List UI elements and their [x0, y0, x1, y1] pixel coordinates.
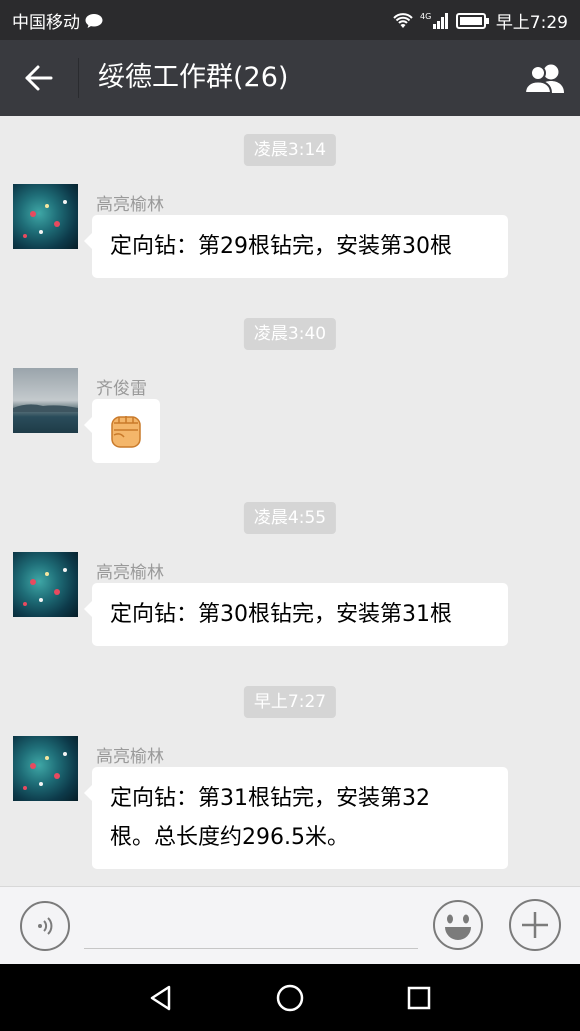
- circle-home-icon: [276, 984, 304, 1012]
- fish-avatar-image: [23, 752, 67, 790]
- sender-name: 齐俊雷: [96, 379, 147, 399]
- message-text-line: 定向钻：第31根钻完，安装第32: [110, 786, 430, 811]
- nav-home-button[interactable]: [272, 980, 308, 1016]
- nav-back-button[interactable]: [143, 980, 179, 1016]
- timestamp-divider: 凌晨4:55: [243, 502, 337, 534]
- timestamp-divider: 凌晨3:14: [243, 134, 337, 166]
- chat-title: 绥德工作群(26): [98, 62, 289, 93]
- group-members-icon: [523, 64, 564, 94]
- more-options-button[interactable]: [509, 899, 561, 951]
- fist-emoji-icon: [111, 416, 141, 448]
- sender-name: 高亮榆林: [96, 195, 164, 215]
- cellular-signal-icon: 4G: [420, 11, 450, 31]
- message-bubble[interactable]: [84, 399, 160, 463]
- sender-avatar[interactable]: [13, 736, 78, 801]
- message-text: 定向钻：第29根钻完，安装第30根: [110, 234, 452, 259]
- sender-avatar[interactable]: [13, 368, 78, 433]
- smiley-icon: [433, 900, 483, 950]
- voice-icon: [38, 917, 53, 935]
- back-arrow-icon: [25, 65, 53, 91]
- message-bubble[interactable]: 定向钻：第30根钻完，安装第31根: [84, 583, 508, 646]
- status-left: 中国移动: [12, 8, 104, 33]
- plus-icon: [522, 912, 548, 938]
- status-right: 4G 早上7:29: [392, 8, 568, 33]
- chat-message-list[interactable]: 凌晨3:14 高亮榆林 定向钻：第29根钻完，安装第30根 凌晨3:40 齐俊雷: [0, 116, 580, 886]
- fish-avatar-image: [23, 568, 67, 606]
- timestamp-divider: 凌晨3:40: [243, 318, 337, 350]
- sender-avatar[interactable]: [13, 552, 78, 617]
- sender-avatar[interactable]: [13, 184, 78, 249]
- nav-recents-button[interactable]: [401, 980, 437, 1016]
- network-type-label: 4G: [420, 12, 431, 21]
- status-bar: 中国移动 4G 早上7:29: [0, 0, 580, 40]
- lake-avatar-image: [13, 404, 78, 412]
- sender-name: 高亮榆林: [96, 563, 164, 583]
- carrier-label: 中国移动: [12, 13, 80, 33]
- fish-avatar-image: [23, 200, 67, 238]
- message-bubble[interactable]: 定向钻：第29根钻完，安装第30根: [84, 215, 508, 278]
- system-navigation-bar: [0, 964, 580, 1031]
- message-text-line: 根。总长度约296.5米。: [110, 825, 349, 850]
- battery-icon: [455, 12, 490, 30]
- timestamp-divider: 早上7:27: [243, 686, 337, 718]
- group-members-button[interactable]: [522, 58, 568, 100]
- voice-input-button[interactable]: [20, 901, 70, 951]
- sender-name: 高亮榆林: [96, 747, 164, 767]
- message-input[interactable]: [84, 909, 418, 949]
- message-notification-icon: [84, 12, 104, 30]
- message-bubble[interactable]: 定向钻：第31根钻完，安装第32 根。总长度约296.5米。: [84, 767, 508, 869]
- triangle-back-icon: [150, 985, 171, 1011]
- chat-header: 绥德工作群(26): [0, 40, 580, 116]
- emoji-button[interactable]: [432, 899, 484, 951]
- chat-input-bar: [0, 886, 580, 964]
- square-recents-icon: [407, 986, 431, 1010]
- header-divider: [78, 58, 79, 98]
- message-text: 定向钻：第30根钻完，安装第31根: [110, 602, 452, 627]
- wifi-icon: [392, 12, 414, 30]
- status-time: 早上7:29: [495, 13, 568, 33]
- back-button[interactable]: [16, 56, 62, 100]
